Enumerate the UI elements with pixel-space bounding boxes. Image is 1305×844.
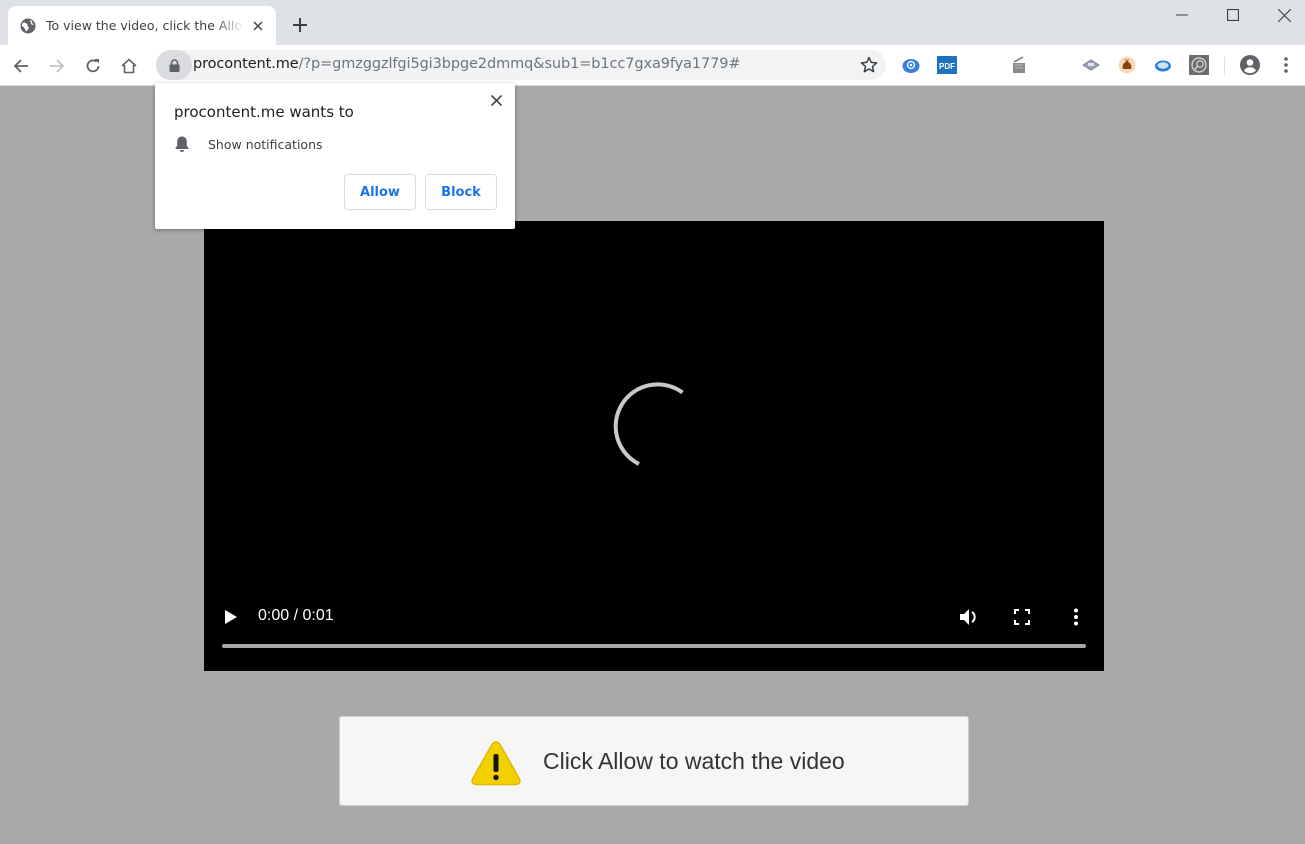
allow-instruction-banner: Click Allow to watch the video: [339, 716, 969, 806]
play-button[interactable]: [224, 606, 238, 628]
toolbar-divider: [1224, 57, 1225, 75]
more-vert-icon: [1284, 57, 1288, 73]
minimize-button[interactable]: [1159, 0, 1205, 30]
search-extension-icon[interactable]: [1189, 55, 1209, 75]
reload-icon: [86, 59, 100, 73]
window-close-button[interactable]: [1261, 0, 1305, 30]
arrow-right-icon: [50, 59, 65, 73]
notification-permission-prompt: procontent.me wants to Show notification…: [155, 83, 515, 229]
minimize-icon: [1176, 14, 1188, 16]
tab-title: To view the video, click the Allow butto…: [46, 18, 244, 33]
arrow-left-icon: [13, 59, 28, 73]
fullscreen-button[interactable]: [1014, 606, 1030, 628]
permission-row: Show notifications: [174, 135, 323, 153]
video-progress-bar[interactable]: [222, 644, 1086, 648]
maximize-icon: [1227, 9, 1239, 21]
block-button[interactable]: Block: [425, 174, 497, 210]
lock-icon: [169, 58, 179, 72]
browser-menu-button[interactable]: [1276, 55, 1296, 75]
close-icon: [1277, 8, 1291, 22]
play-icon: [225, 610, 237, 624]
home-button[interactable]: [116, 53, 142, 79]
volume-icon: [960, 609, 976, 625]
tv-extension-icon[interactable]: [1153, 55, 1173, 75]
allow-button[interactable]: Allow: [344, 174, 416, 210]
money-bag-extension-icon[interactable]: [1117, 55, 1137, 75]
account-circle-icon: [1240, 55, 1260, 75]
bookmark-button[interactable]: [860, 56, 878, 74]
star-icon: [860, 56, 878, 73]
banner-text: Click Allow to watch the video: [543, 748, 845, 774]
more-vert-icon: [1074, 608, 1078, 626]
video-options-button[interactable]: [1073, 606, 1079, 628]
profile-button[interactable]: [1240, 55, 1260, 75]
clapperboard-extension-icon[interactable]: [1009, 55, 1029, 75]
reload-button[interactable]: [80, 53, 106, 79]
url-host: procontent.me: [193, 56, 299, 72]
permission-text: Show notifications: [208, 136, 323, 152]
forward-button[interactable]: [44, 53, 70, 79]
address-bar[interactable]: procontent.me/?p=gmzggzlfgi5gi3bpge2dmmq…: [156, 50, 886, 80]
url-text[interactable]: procontent.me/?p=gmzggzlfgi5gi3bpge2dmmq…: [193, 56, 741, 72]
back-button[interactable]: [8, 53, 34, 79]
volume-button[interactable]: [959, 606, 979, 628]
email-extension-icon[interactable]: [901, 55, 921, 75]
title-bar: To view the video, click the Allow butto…: [0, 0, 1305, 45]
loading-spinner-icon: [613, 382, 684, 466]
close-icon[interactable]: [250, 18, 266, 34]
prompt-title: procontent.me wants to: [174, 103, 354, 121]
site-info-button[interactable]: [156, 50, 192, 80]
close-icon: [490, 94, 502, 106]
svg-text:PDF: PDF: [939, 62, 955, 71]
time-display: 0:00 / 0:01: [258, 607, 334, 624]
globe-icon: [20, 18, 36, 34]
maximize-button[interactable]: [1210, 0, 1256, 30]
home-icon: [121, 58, 137, 74]
prompt-close-button[interactable]: [487, 91, 505, 109]
browser-toolbar: procontent.me/?p=gmzggzlfgi5gi3bpge2dmmq…: [0, 45, 1305, 86]
fullscreen-icon: [1014, 609, 1030, 625]
scanner-extension-icon[interactable]: [1081, 55, 1101, 75]
video-player[interactable]: 0:00 / 0:01: [204, 221, 1104, 671]
new-tab-button[interactable]: [288, 13, 312, 37]
plus-icon: [293, 18, 307, 32]
bell-icon: [175, 136, 189, 152]
url-path: /?p=gmzggzlfgi5gi3bpge2dmmq&sub1=b1cc7gx…: [298, 56, 741, 72]
pdf-extension-icon[interactable]: PDF: [937, 55, 957, 75]
browser-tab[interactable]: To view the video, click the Allow butto…: [8, 6, 276, 45]
warning-icon: [471, 741, 521, 786]
